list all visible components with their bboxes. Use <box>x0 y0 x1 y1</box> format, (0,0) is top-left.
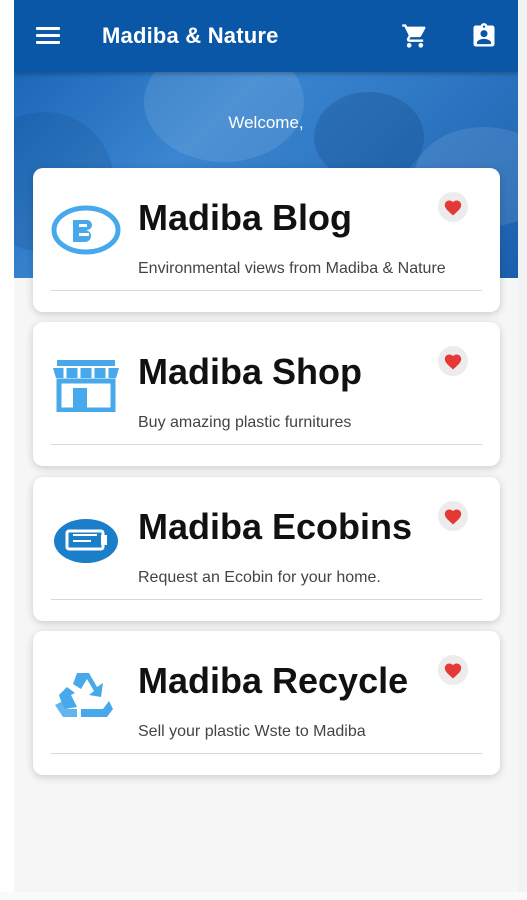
favorite-heart-icon[interactable] <box>438 192 468 222</box>
card-subtitle: Request an Ecobin for your home. <box>138 569 381 586</box>
favorite-heart-icon[interactable] <box>438 346 468 376</box>
card-title: Madiba Blog <box>138 197 352 238</box>
card-subtitle: Environmental views from Madiba & Nature <box>138 260 446 277</box>
divider <box>51 753 482 754</box>
recycle-icon <box>51 665 121 721</box>
card-title: Madiba Recycle <box>138 660 409 701</box>
profile-badge-icon[interactable] <box>470 21 498 51</box>
welcome-text: Welcome, <box>228 113 304 132</box>
app-frame: Madiba & Nature Welcome, Madiba Blog Env… <box>14 0 518 892</box>
menu-icon[interactable] <box>34 22 62 50</box>
divider <box>51 444 482 445</box>
card-recycle[interactable]: Madiba Recycle Sell your plastic Wste to… <box>33 631 500 775</box>
favorite-heart-icon[interactable] <box>438 501 468 531</box>
divider <box>51 599 482 600</box>
card-title: Madiba Ecobins <box>138 506 413 547</box>
card-shop[interactable]: Madiba Shop Buy amazing plastic furnitur… <box>33 322 500 466</box>
card-blog[interactable]: Madiba Blog Environmental views from Mad… <box>33 168 500 312</box>
cart-icon[interactable] <box>400 22 430 50</box>
shop-icon <box>51 356 121 413</box>
app-title: Madiba & Nature <box>102 23 279 48</box>
card-subtitle: Buy amazing plastic furnitures <box>138 414 352 431</box>
card-title: Madiba Shop <box>138 351 362 392</box>
favorite-heart-icon[interactable] <box>438 655 468 685</box>
divider <box>51 290 482 291</box>
card-subtitle: Sell your plastic Wste to Madiba <box>138 723 366 740</box>
frame-edge <box>518 0 527 900</box>
blog-icon <box>51 202 121 258</box>
frame-edge <box>0 892 527 900</box>
app-bar: Madiba & Nature <box>14 0 518 72</box>
card-ecobins[interactable]: Madiba Ecobins Request an Ecobin for you… <box>33 477 500 621</box>
ecobin-icon <box>51 511 121 567</box>
